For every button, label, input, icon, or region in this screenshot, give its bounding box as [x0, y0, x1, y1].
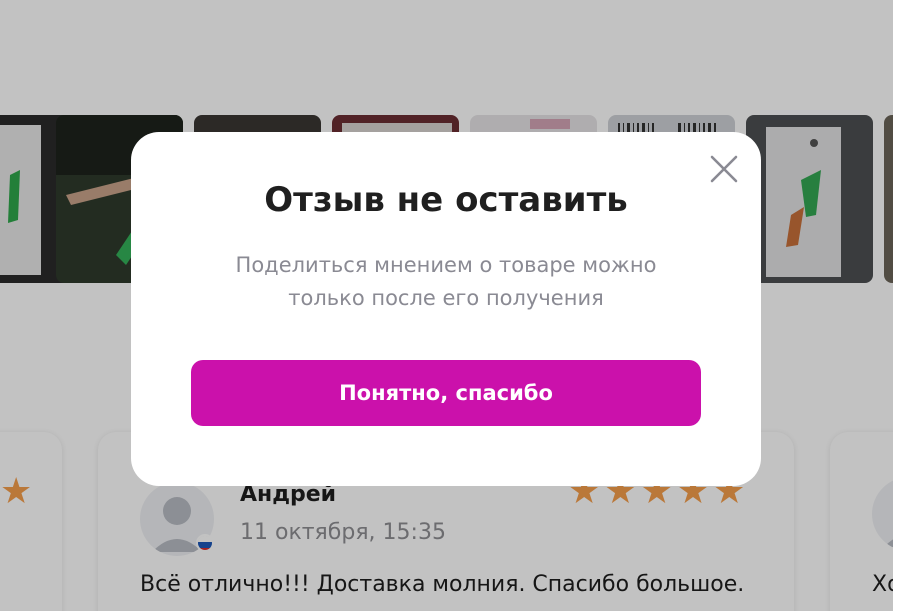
- dialog-message-line-1: Поделиться мнением о товаре можно: [235, 253, 657, 277]
- dialog-message: Поделиться мнением о товаре можно только…: [196, 249, 696, 315]
- scrollbar-gutter: [893, 0, 910, 611]
- dialog-message-line-2: только после его получения: [288, 286, 604, 310]
- confirm-button[interactable]: Понятно, спасибо: [191, 360, 701, 426]
- dialog-title: Отзыв не оставить: [264, 180, 628, 220]
- review-unavailable-dialog: Отзыв не оставить Поделиться мнением о т…: [131, 132, 761, 486]
- product-page: ★ Андрей 11 октября, 15:35 ★ ★ ★ ★ ★ Всё: [0, 0, 893, 611]
